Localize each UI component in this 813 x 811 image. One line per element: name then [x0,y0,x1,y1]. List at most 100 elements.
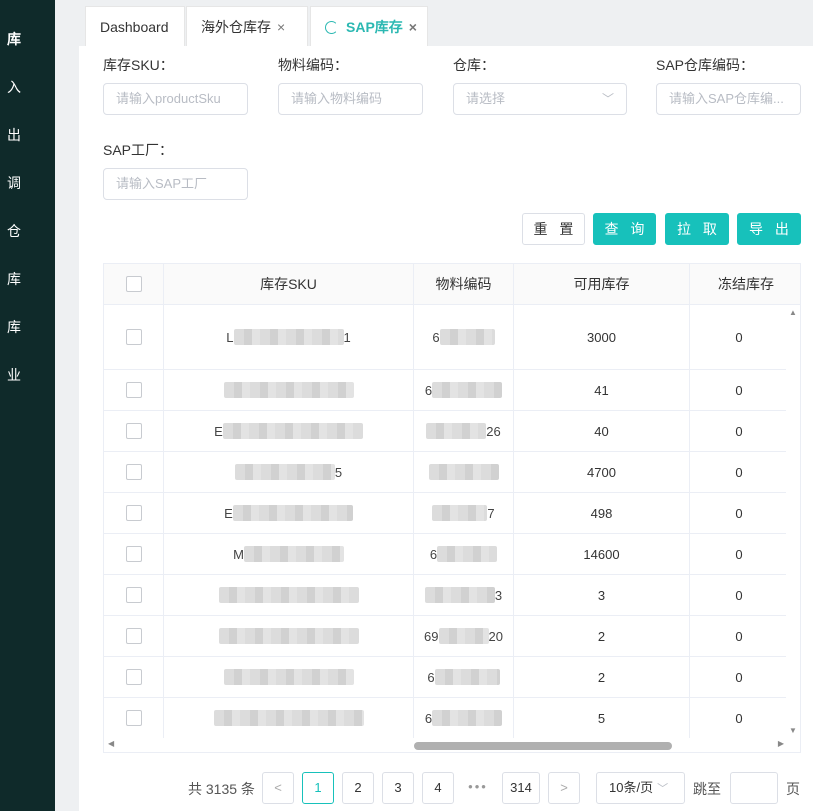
table-row[interactable]: 5 4700 0 [104,452,800,493]
header-sku[interactable]: 库存SKU [164,264,414,304]
sidebar-item-8[interactable]: 业 [0,363,55,387]
page-4[interactable]: 4 [422,772,454,804]
sidebar-item-4[interactable]: 调 [0,171,55,195]
material-cell [414,452,514,492]
table-row[interactable]: M 6 14600 0 [104,534,800,575]
redacted-block [438,628,489,644]
available-cell: 41 [514,370,690,410]
tab-label: Dashboard [100,19,169,35]
row-checkbox[interactable] [125,628,142,644]
sidebar-item-1[interactable]: 库 [0,27,55,51]
available-cell: 498 [514,493,690,533]
scroll-up-icon[interactable]: ▲ [789,308,797,317]
page-2[interactable]: 2 [342,772,374,804]
frozen-cell: 0 [735,329,743,345]
gutter [55,0,79,811]
row-checkbox[interactable] [125,710,142,726]
header-material[interactable]: 物料编码 [414,264,514,304]
row-checkbox[interactable] [125,546,142,562]
sidebar-item-2[interactable]: 入 [0,75,55,99]
table-row[interactable]: E 7 498 0 [104,493,800,534]
row-checkbox[interactable] [125,382,142,398]
material-cell: 7 [414,493,514,533]
redacted-block [218,587,359,603]
row-select-cell [104,452,164,492]
sku-prefix: E [214,423,223,439]
redacted-block [234,464,335,480]
sidebar-item-5[interactable]: 仓 [0,219,55,243]
sidebar-item-6[interactable]: 库 [0,267,55,291]
table-row[interactable]: 6 2 0 [104,657,800,698]
factory-input[interactable]: 请输入SAP工厂 [103,168,248,200]
pull-button[interactable]: 拉 取 [665,213,729,245]
query-button[interactable]: 查 询 [593,213,656,245]
sidebar-item-3[interactable]: 出 [0,123,55,147]
export-button[interactable]: 导 出 [737,213,801,245]
vertical-scrollbar[interactable]: ▲ ▼ [786,305,800,738]
scroll-right-icon[interactable]: ▶ [778,739,784,748]
horizontal-scrollbar[interactable]: ◀ ▶ [104,738,800,752]
material-cell: 6 [414,657,514,697]
row-checkbox[interactable] [125,505,142,521]
next-page-button[interactable]: > [548,772,580,804]
table-row[interactable]: 33 0 [104,575,800,616]
row-select-cell [104,493,164,533]
row-select-cell [104,657,164,697]
close-icon[interactable]: × [277,19,285,35]
table-row[interactable]: 69 20 2 0 [104,616,800,657]
row-checkbox[interactable] [125,587,142,603]
material-input[interactable]: 请输入物料编码 [278,83,423,115]
material-prefix: 6 [427,669,435,685]
row-checkbox[interactable] [125,464,142,480]
sidebar-item-7[interactable]: 库 [0,315,55,339]
row-select-cell [104,534,164,574]
tab-overseas-inventory[interactable]: 海外仓库存 × [186,6,308,46]
page-ellipsis[interactable]: ••• [462,772,494,804]
prev-page-button[interactable]: < [262,772,294,804]
sku-label: 库存SKU： [103,57,174,73]
sku-cell [164,657,414,697]
material-prefix: 6 [424,382,433,398]
frozen-cell: 0 [735,464,743,480]
select-all-checkbox[interactable] [125,276,142,292]
frozen-cell: 0 [735,382,743,398]
tab-sap-inventory[interactable]: SAP库存 × [310,6,428,46]
redacted-block [424,587,495,603]
row-checkbox[interactable] [125,423,142,439]
tab-bar: Dashboard 海外仓库存 × SAP库存 × [79,0,813,46]
table-row[interactable]: 6 5 0 [104,698,800,739]
redacted-block [223,382,354,398]
sap-warehouse-input[interactable]: 请输入SAP仓库编... [656,83,801,115]
close-icon[interactable]: × [409,19,417,35]
refresh-icon [325,21,338,34]
redacted-block [432,505,488,521]
page-size-select[interactable]: 10条/页 ﹀ [596,772,685,804]
header-available[interactable]: 可用库存 [514,264,690,304]
available-cell: 2 [514,616,690,656]
tab-dashboard[interactable]: Dashboard [85,6,185,46]
scrollbar-thumb[interactable] [414,742,672,750]
sku-cell: 5 [164,452,414,492]
row-checkbox[interactable] [125,669,142,685]
scroll-down-icon[interactable]: ▼ [789,726,797,735]
redacted-block [218,628,359,644]
warehouse-select[interactable]: 请选择 ﹀ [453,83,627,115]
tab-label: 海外仓库存 [201,19,271,35]
material-cell: 3 [414,575,514,615]
page-1[interactable]: 1 [302,772,334,804]
table-row[interactable]: E 26 40 0 [104,411,800,452]
jump-input[interactable] [730,772,778,804]
reset-button[interactable]: 重 置 [522,213,585,245]
header-frozen[interactable]: 冻结库存 [690,264,800,304]
sidebar: 库 入 出 调 仓 库 库 业 [0,0,55,811]
frozen-cell: 0 [735,546,743,562]
table-row[interactable]: L 1 6 3000 0 [104,305,800,370]
scroll-left-icon[interactable]: ◀ [108,739,114,748]
total-count: 共 3135 条 [188,781,255,797]
table-row[interactable]: 6 41 0 [104,370,800,411]
material-cell: 6 [414,370,514,410]
row-checkbox[interactable] [125,329,142,345]
sku-input[interactable]: 请输入productSku [103,83,248,115]
page-3[interactable]: 3 [382,772,414,804]
page-last[interactable]: 314 [502,772,540,804]
